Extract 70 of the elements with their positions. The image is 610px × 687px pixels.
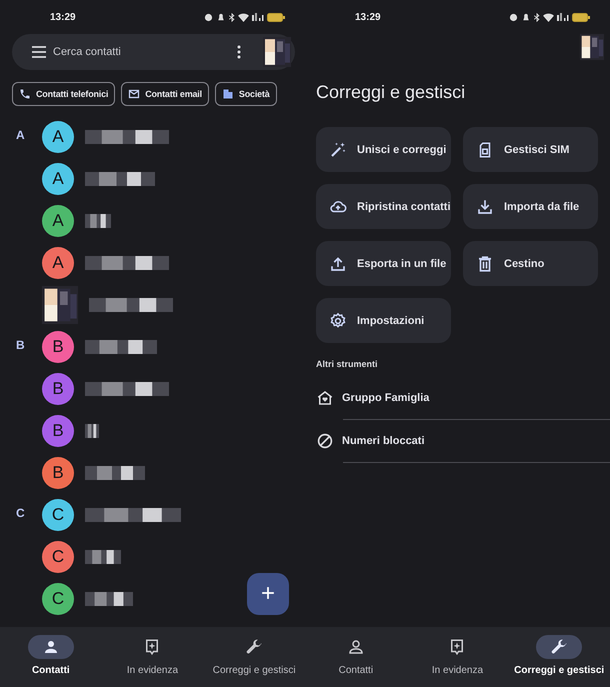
bluetooth-icon [534,12,540,22]
filter-chip[interactable]: Contatti telefonici [12,82,116,106]
section-heading: Altri strumenti [316,359,379,369]
contact-avatar: B [42,457,74,489]
contact-avatar: C [42,583,74,615]
blurred-name [85,340,157,354]
upload-icon [329,254,347,272]
search-bar[interactable]: Cerca contatti [12,34,295,70]
status-time: 13:29 [50,12,76,22]
wrench-icon[interactable] [245,638,264,656]
contact-avatar: A [42,163,74,195]
wifi-icon [238,12,249,22]
blurred-name [85,172,155,186]
magic-wand-icon [329,140,347,158]
filter-chip[interactable]: Contatti email [121,82,209,106]
wifi-icon [543,12,554,22]
search-placeholder[interactable]: Cerca contatti [53,46,237,58]
contact-avatar: A [42,121,74,153]
blurred-name [85,466,145,480]
nav-tab[interactable] [536,635,582,659]
trash-icon [476,254,494,272]
action-card[interactable]: Cestino [463,241,598,286]
section-letter: C [15,505,26,522]
add-contact-button[interactable]: + [247,573,289,615]
nav-label[interactable]: Contatti [32,665,70,676]
blurred-name [85,214,111,228]
action-card[interactable]: Gestisci SIM [463,127,598,172]
section-letter: A [15,127,26,144]
page-title: Correggi e gestisci [316,82,466,103]
nav-label[interactable]: In evidenza [126,665,178,676]
signal-icon [557,13,569,21]
action-card[interactable]: Unisci e correggi [316,127,451,172]
section-letter: B [15,337,26,354]
action-card[interactable]: Impostazioni [316,298,451,343]
nav-label[interactable]: Contatti [338,665,374,676]
nav-label[interactable]: Correggi e gestisci [514,665,604,676]
contact-avatar: B [42,331,74,363]
action-card[interactable]: Ripristina contatti [316,184,451,229]
filter-chip[interactable]: Società [214,82,277,106]
block-icon [316,432,334,450]
contact-avatar: B [42,373,74,405]
wrench-icon[interactable] [550,638,568,656]
mail-icon [128,88,140,100]
tool-item[interactable]: Gruppo Famiglia [342,392,430,404]
blurred-name [85,592,133,606]
action-card[interactable]: Importa da file [463,184,598,229]
battery-icon [267,12,285,22]
signal-icon [252,13,264,21]
person-icon [346,638,365,656]
menu-icon[interactable] [32,46,46,58]
status-time: 13:29 [355,12,381,22]
contact-avatar: B [42,415,74,447]
settings-icon [329,312,347,330]
nav-label[interactable]: Correggi e gestisci [212,665,296,676]
family-home-icon [316,389,334,407]
download-icon [476,198,494,216]
nav-tab[interactable] [28,635,74,659]
battery-icon [572,12,590,22]
more-options-icon[interactable] [237,45,241,59]
tool-item[interactable]: Numeri bloccati [342,435,425,447]
contact-avatar: A [42,247,74,279]
nav-label[interactable]: In evidenza [432,665,484,676]
bluetooth-icon [229,12,235,22]
phone-icon [19,88,31,100]
blurred-name [85,550,121,564]
action-card[interactable]: Esporta in un file [316,241,451,286]
contact-avatar: A [42,205,74,237]
contact-avatar: C [42,499,74,531]
blurred-name [85,424,99,438]
contact-avatar: C [42,541,74,573]
